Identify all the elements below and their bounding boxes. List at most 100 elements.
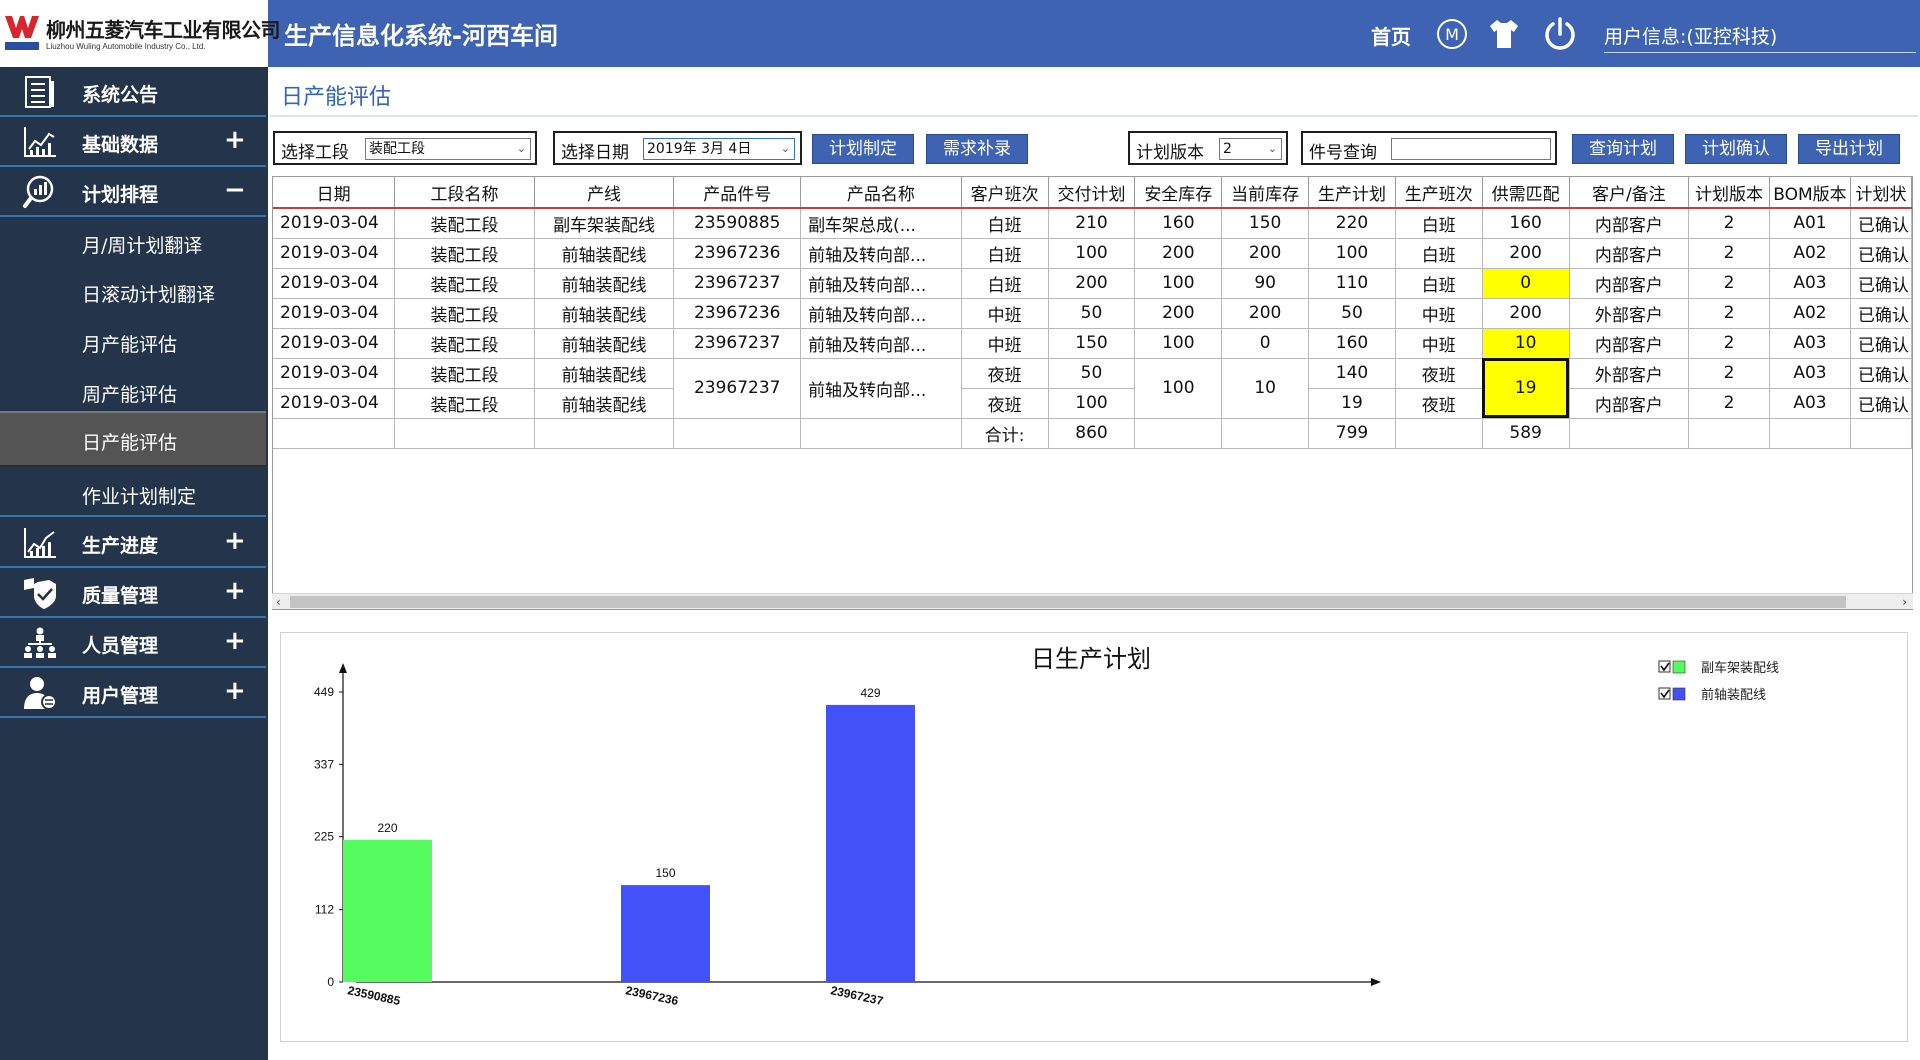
sidebar-item-basic-data[interactable]: 基础数据 + — [0, 117, 266, 167]
sidebar-subitem-label: 月/周计划翻译 — [82, 235, 203, 257]
supply-demand-cell: 0 — [1482, 268, 1570, 299]
column-header[interactable]: 生产计划 — [1308, 177, 1396, 209]
column-header[interactable]: 产品名称 — [800, 177, 962, 209]
column-header[interactable]: 生产班次 — [1395, 177, 1483, 209]
user-info[interactable]: 用户信息:(亚控科技) — [1604, 22, 1916, 53]
table-cell: 110 — [1308, 268, 1396, 299]
date-picker[interactable]: 2019年 3月 4日 ⌄ — [643, 138, 795, 160]
sidebar-subitem-month-capacity[interactable]: 月产能评估 — [0, 317, 266, 365]
table-cell: 23967236 — [673, 298, 802, 329]
column-header[interactable]: 工段名称 — [394, 177, 535, 209]
export-plan-button[interactable]: 导出计划 — [1798, 134, 1900, 164]
column-header[interactable]: 供需匹配 — [1482, 177, 1570, 209]
wuling-logo-icon — [5, 16, 39, 50]
y-tick-label: 112 — [315, 903, 334, 917]
org-chart-icon — [24, 627, 56, 658]
expand-icon[interactable]: + — [224, 577, 246, 605]
sidebar-item-users[interactable]: 用户管理 + — [0, 668, 266, 718]
column-header[interactable]: BOM版本 — [1769, 177, 1851, 209]
shirt-icon[interactable] — [1486, 16, 1522, 52]
column-header[interactable]: 当前库存 — [1221, 177, 1310, 209]
sidebar-subitem-month-week-translate[interactable]: 月/周计划翻译 — [0, 218, 266, 266]
table-row[interactable]: 2019-03-04 装配工段 前轴装配线 23967237 前轴及转向部...… — [273, 358, 1912, 419]
column-header[interactable]: 产线 — [534, 177, 675, 209]
chart-canvas: 日生产计划 副车架装配线前轴装配线 0 112 225 337 449 23590885 2… — [314, 645, 1779, 1008]
supply-demand-cell-selected[interactable]: 19 — [1482, 358, 1570, 419]
column-header[interactable]: 客户班次 — [961, 177, 1049, 209]
expand-icon[interactable]: + — [224, 527, 246, 555]
m-circle-icon[interactable]: M — [1434, 16, 1470, 52]
supply-demand-cell: 10 — [1482, 328, 1570, 359]
table-cell — [1395, 418, 1483, 449]
column-header[interactable]: 安全库存 — [1134, 177, 1223, 209]
expand-icon[interactable]: + — [224, 677, 246, 705]
table-header-row: 日期 工段名称 产线 产品件号 产品名称 客户班次 交付计划 安全库存 当前库存… — [273, 177, 1912, 209]
version-select-value: 2 — [1223, 141, 1232, 157]
table-row[interactable]: 2019-03-04 装配工段 前轴装配线 23967236 前轴及转向部... 中班 50… — [273, 298, 1912, 329]
table-cell: 已确认 — [1850, 298, 1912, 329]
sidebar-item-label: 计划排程 — [82, 184, 159, 206]
table-row[interactable]: 2019-03-04 装配工段 前轴装配线 23967237 前轴及转向部... 中班 15… — [273, 328, 1912, 359]
table-row[interactable]: 2019-03-04 装配工段 前轴装配线 夜班 100 19 夜班 内部客户 … — [273, 388, 1912, 419]
table-cell: A03 — [1769, 358, 1851, 389]
chart-title: 日生产计划 — [1031, 645, 1151, 673]
column-header[interactable]: 交付计划 — [1048, 177, 1136, 209]
sidebar-subitem-job-plan[interactable]: 作业计划制定 — [0, 469, 266, 517]
table-cell: 内部客户 — [1569, 388, 1690, 419]
grid-horizontal-scrollbar[interactable]: ‹ › — [272, 593, 1913, 609]
total-prod-plan: 799 — [1308, 418, 1396, 449]
sidebar-item-progress[interactable]: 生产进度 + — [0, 518, 266, 568]
power-icon[interactable] — [1542, 16, 1578, 52]
section-select[interactable]: 装配工段 ⌄ — [365, 138, 531, 160]
x-tick-label: 23590885 — [346, 983, 401, 1008]
bar[interactable] — [343, 839, 432, 982]
table-cell: 150 — [1048, 328, 1136, 359]
home-link[interactable]: 首页 — [1371, 21, 1411, 50]
table-cell: 23590885 — [673, 208, 802, 239]
table-cell: 2 — [1688, 268, 1770, 299]
sidebar-subitem-daily-rolling[interactable]: 日滚动计划翻译 — [0, 267, 266, 315]
table-cell: 装配工段 — [394, 388, 535, 419]
table-cell: 2019-03-04 — [273, 358, 396, 389]
demand-fill-button[interactable]: 需求补录 — [926, 134, 1028, 164]
scroll-right-icon[interactable]: › — [1902, 594, 1907, 610]
sidebar-item-label: 生产进度 — [82, 535, 159, 557]
table-cell: 50 — [1308, 298, 1396, 329]
part-search-input[interactable] — [1391, 138, 1551, 160]
magnifier-chart-icon — [23, 175, 54, 208]
plan-make-button[interactable]: 计划制定 — [812, 134, 914, 164]
column-header[interactable]: 计划版本 — [1688, 177, 1770, 209]
table-cell: 200 — [1134, 238, 1223, 269]
section-select-value: 装配工段 — [369, 141, 425, 157]
table-cell: 200 — [1221, 238, 1310, 269]
table-cell: 210 — [1048, 208, 1136, 239]
bar[interactable] — [826, 704, 915, 982]
sidebar-subitem-week-capacity[interactable]: 周产能评估 — [0, 367, 266, 415]
sidebar-item-scheduling[interactable]: 计划排程 − — [0, 167, 266, 217]
sidebar-subitem-day-capacity[interactable]: 日产能评估 — [0, 411, 266, 467]
section-filter-label: 选择工段 — [281, 143, 349, 163]
expand-icon[interactable]: + — [224, 627, 246, 655]
table-row[interactable]: 2019-03-04 装配工段 副车架装配线 23590885 副车架总成(... 白班 2… — [273, 208, 1912, 239]
bar[interactable] — [621, 885, 710, 982]
confirm-plan-button[interactable]: 计划确认 — [1685, 134, 1787, 164]
column-header[interactable]: 产品件号 — [673, 177, 802, 209]
table-cell: 2 — [1688, 298, 1770, 329]
collapse-icon[interactable]: − — [224, 176, 246, 204]
table-cell: 100 — [1134, 328, 1223, 359]
table-cell: 中班 — [961, 328, 1049, 359]
sidebar-item-quality[interactable]: 质量管理 + — [0, 568, 266, 618]
scrollbar-thumb[interactable] — [290, 596, 1846, 608]
table-row[interactable]: 2019-03-04 装配工段 前轴装配线 23967237 前轴及转向部... 白班 20… — [273, 268, 1912, 299]
column-header[interactable]: 计划状 — [1850, 177, 1912, 209]
version-select[interactable]: 2 ⌄ — [1219, 138, 1282, 160]
column-header[interactable]: 日期 — [273, 177, 396, 209]
sidebar-item-personnel[interactable]: 人员管理 + — [0, 618, 266, 668]
sidebar-item-notice[interactable]: 系统公告 — [0, 67, 266, 117]
expand-icon[interactable]: + — [224, 126, 246, 154]
plan-grid: 日期 工段名称 产线 产品件号 产品名称 客户班次 交付计划 安全库存 当前库存… — [272, 176, 1913, 610]
query-plan-button[interactable]: 查询计划 — [1572, 134, 1674, 164]
scroll-left-icon[interactable]: ‹ — [276, 594, 281, 610]
column-header[interactable]: 客户/备注 — [1569, 177, 1690, 209]
table-row[interactable]: 2019-03-04 装配工段 前轴装配线 23967236 前轴及转向部... 白班 10… — [273, 238, 1912, 269]
